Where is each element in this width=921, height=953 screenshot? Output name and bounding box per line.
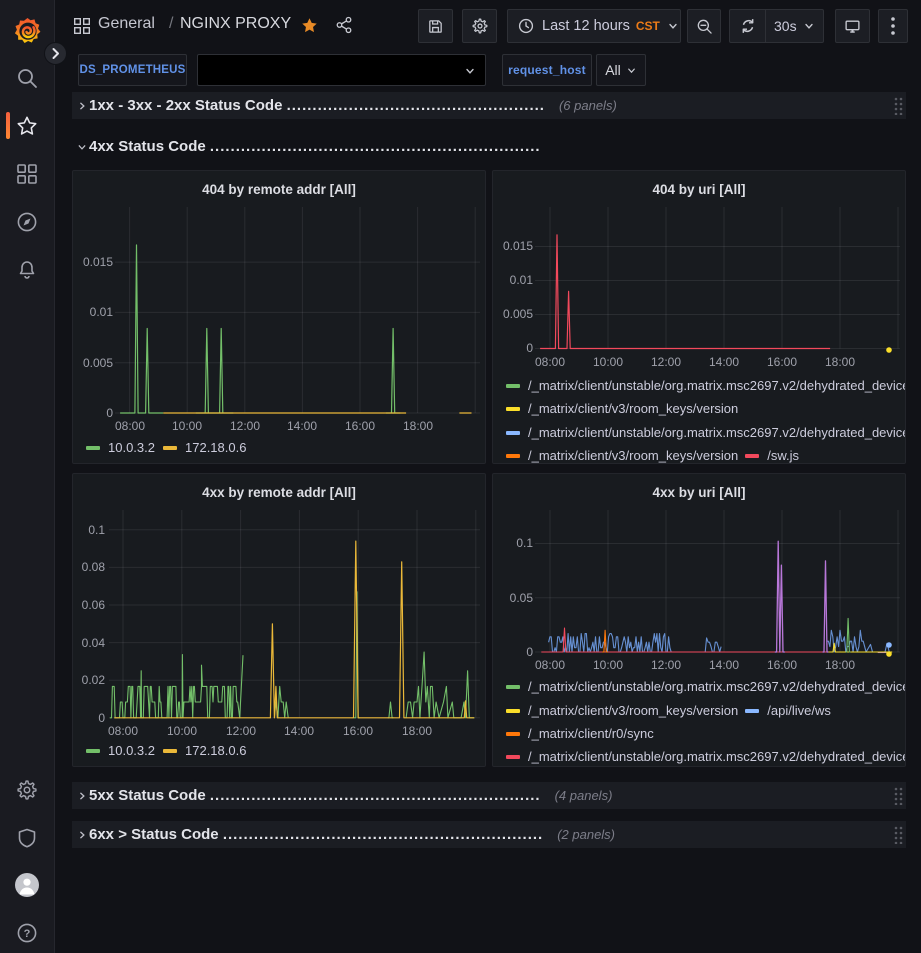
- svg-text:?: ?: [24, 928, 31, 940]
